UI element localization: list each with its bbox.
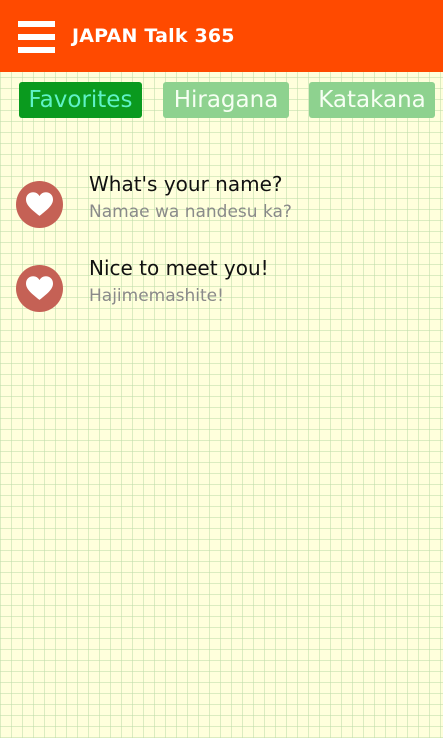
phrase-list-item[interactable]: Nice to meet you! Hajimemashite! [0,252,443,322]
menu-bar-line [18,34,55,40]
hamburger-menu-icon[interactable] [18,21,55,54]
phrase-list-item[interactable]: What's your name? Namae wa nandesu ka? [0,168,443,238]
tab-hiragana[interactable]: Hiragana [163,82,289,118]
phrase-japanese-romaji: Hajimemashite! [89,286,224,306]
heart-icon [26,192,53,216]
app-title: JAPAN Talk 365 [72,25,235,47]
app-bar: JAPAN Talk 365 [0,0,443,72]
favorite-heart-button[interactable] [16,265,63,312]
menu-bar-line [18,47,55,53]
phrase-english-text: Nice to meet you! [89,256,269,280]
menu-bar-line [18,21,55,27]
tab-favorites[interactable]: Favorites [19,82,142,118]
favorite-heart-button[interactable] [16,181,63,228]
phrase-japanese-romaji: Namae wa nandesu ka? [89,202,292,222]
tab-katakana[interactable]: Katakana [309,82,435,118]
heart-icon [26,276,53,300]
phrase-english-text: What's your name? [89,172,283,196]
